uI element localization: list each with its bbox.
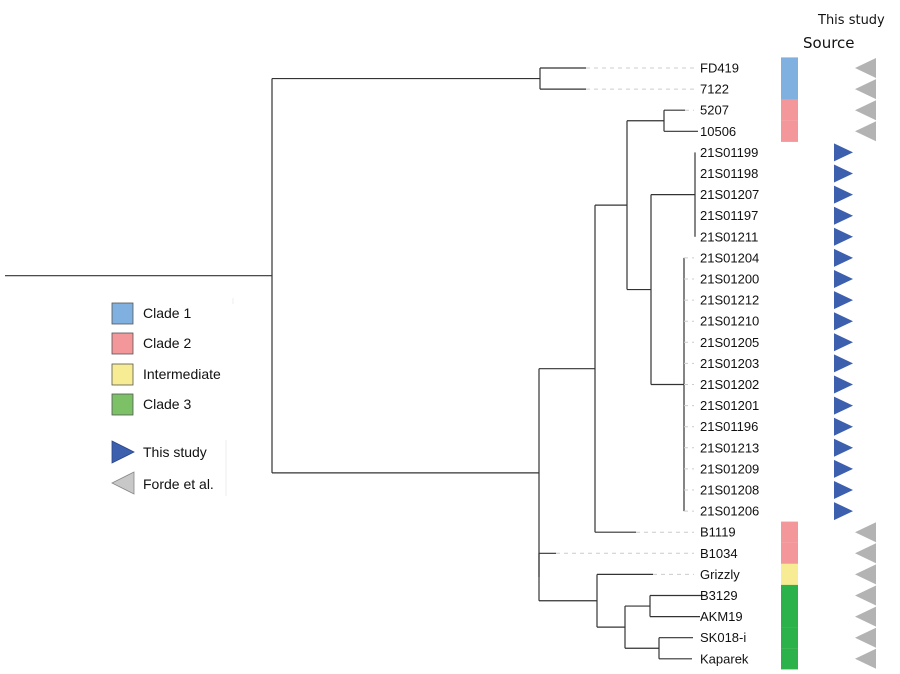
clade-bar-cell: [781, 584, 798, 607]
this-study-triangle-icon: [834, 164, 853, 183]
forde-triangle-icon: [855, 79, 876, 100]
tip-label: 21S01198: [700, 166, 758, 181]
forde-triangle-icon: [855, 543, 876, 564]
source-markers: [834, 58, 876, 669]
legend-swatch-intermediate: [111, 363, 134, 386]
clade-bar-cell: [781, 99, 798, 121]
tip-label: 21S01209: [700, 461, 759, 476]
forde-triangle-icon: [855, 585, 876, 606]
tip-label: Kaparek: [700, 651, 749, 666]
forde-triangle-icon: [855, 606, 876, 627]
this-study-triangle-icon: [834, 481, 853, 499]
clade-bar-cell: [781, 521, 798, 543]
this-study-triangle-icon: [834, 227, 853, 246]
tip-label: 21S01208: [700, 483, 759, 498]
tip-label: 21S01212: [700, 293, 759, 308]
this-study-triangle-icon: [834, 417, 853, 436]
this-study-triangle-icon: [834, 143, 853, 162]
header-source: Source: [803, 34, 855, 52]
forde-triangle-icon: [855, 121, 876, 142]
tip-label: 21S01205: [700, 335, 759, 350]
legend-label-intermediate: Intermediate: [143, 366, 221, 382]
clade-bar-cell: [781, 78, 798, 100]
forde-triangle-icon: [855, 522, 876, 543]
this-study-triangle-icon: [834, 312, 853, 331]
tree-branches: [5, 67, 706, 660]
legend-label-forde: Forde et al.: [143, 476, 214, 492]
forde-triangle-icon: [855, 564, 876, 585]
clade-bar-cell: [781, 606, 798, 628]
tip-label: 7122: [700, 82, 729, 97]
tip-label: 21S01201: [700, 398, 759, 413]
tip-label: 10506: [700, 124, 736, 139]
clade-bar-cell: [781, 57, 798, 79]
this-study-triangle-icon: [834, 502, 853, 521]
legend-label-clade-3: Clade 3: [143, 396, 191, 412]
forde-triangle-icon: [855, 58, 876, 78]
tip-label: Grizzly: [700, 567, 740, 582]
this-study-triangle-icon: [834, 185, 853, 204]
legend-label-clade-2: Clade 2: [143, 335, 191, 351]
tip-leader-lines: [556, 67, 694, 575]
tip-labels: FD419 7122 5207 10506 21S01199 21S01198 21S012…: [700, 61, 759, 667]
this-study-triangle-icon: [834, 291, 853, 310]
tip-label: 21S01213: [700, 440, 759, 455]
this-study-triangle-icon: [834, 206, 853, 225]
this-study-triangle-icon: [834, 396, 853, 415]
legend-swatch-clade-1: [111, 302, 134, 325]
tip-label: 21S01199: [700, 145, 758, 160]
legend-forde-triangle-icon: [111, 471, 135, 495]
tip-label: 21S01207: [700, 187, 759, 202]
forde-triangle-icon: [855, 100, 876, 121]
forde-triangle-icon: [855, 648, 876, 669]
this-study-triangle-icon: [834, 333, 853, 352]
legend-this-study-triangle-icon: [111, 440, 135, 464]
clade-color-strip: [781, 57, 798, 670]
legend-swatch-clade-3: [111, 393, 134, 416]
clade-bar-cell: [781, 542, 798, 564]
forde-triangle-icon: [855, 627, 876, 648]
clade-bar-cell: [781, 648, 798, 670]
this-study-triangle-icon: [834, 248, 853, 267]
tip-label: B3129: [700, 588, 738, 603]
this-study-triangle-icon: [834, 354, 853, 373]
legend-label-this-study: This study: [143, 444, 207, 460]
legend-label-clade-1: Clade 1: [143, 305, 191, 321]
tip-label: 21S01211: [700, 229, 758, 244]
tip-label: B1119: [700, 525, 736, 540]
clade-bar-cell: [781, 563, 798, 585]
legend-swatch-clade-2: [111, 332, 134, 355]
this-study-triangle-icon: [834, 270, 853, 288]
clade-bar-cell: [781, 120, 798, 142]
tip-label: 21S01196: [700, 419, 758, 434]
header-this-study: This study: [817, 13, 885, 28]
tip-label: 21S01204: [700, 250, 759, 265]
tip-label: 21S01206: [700, 504, 759, 519]
phylogenetic-tree: FD419 7122 5207 10506 21S01199 21S01198 21S012…: [5, 13, 885, 670]
tip-label: 21S01203: [700, 356, 759, 371]
tip-label: 5207: [700, 103, 729, 118]
tip-label: AKM19: [700, 609, 743, 624]
clade-bar-cell: [781, 627, 798, 649]
tip-label: 21S01197: [700, 208, 758, 223]
tip-label: B1034: [700, 546, 738, 561]
tip-label: SK018-i: [700, 630, 746, 645]
tip-label: FD419: [700, 61, 739, 76]
tip-label: 21S01210: [700, 314, 759, 329]
tip-label: 21S01202: [700, 377, 759, 392]
legend: Clade 1 Clade 2 Intermediate Clade 3 Thi…: [111, 298, 234, 496]
tip-label: 21S01200: [700, 272, 759, 287]
this-study-triangle-icon: [834, 459, 853, 478]
this-study-triangle-icon: [834, 438, 853, 457]
this-study-triangle-icon: [834, 375, 853, 394]
